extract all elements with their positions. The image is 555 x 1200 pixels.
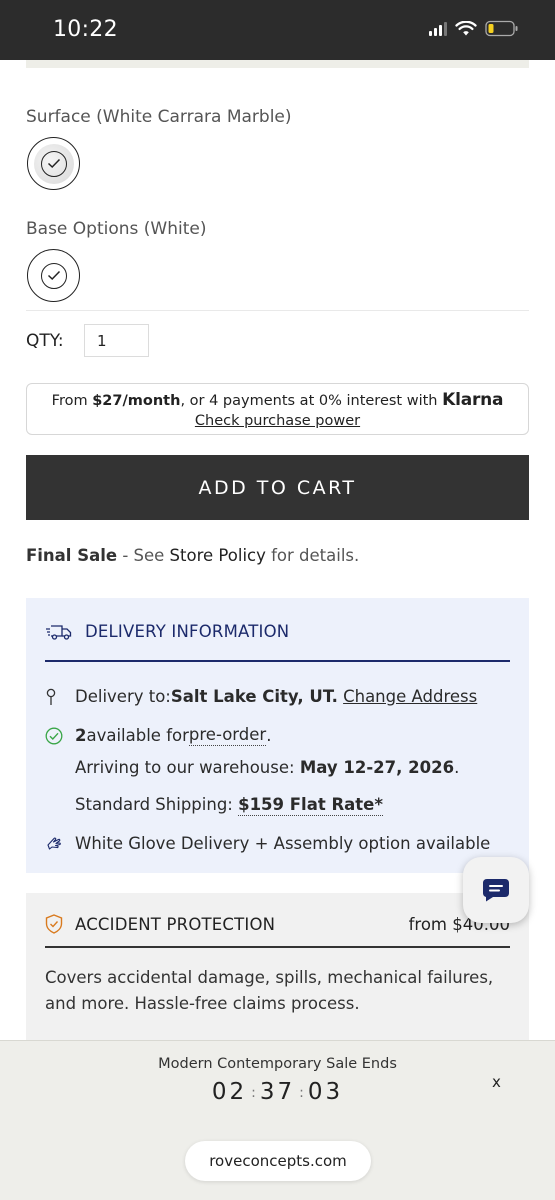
add-to-cart-button[interactable]: ADD TO CART <box>26 455 529 520</box>
chat-button[interactable] <box>463 857 529 923</box>
qty-label: QTY: <box>26 331 64 351</box>
check-icon <box>40 262 67 289</box>
store-policy-link[interactable]: Store Policy <box>170 546 266 565</box>
countdown-separator: : <box>299 1084 304 1101</box>
arriving-dates: May 12-27, 2026 <box>299 758 455 777</box>
check-icon <box>40 150 67 177</box>
countdown-timer: 02:37:03 <box>0 1079 555 1105</box>
klarna-line: From $27/month, or 4 payments at 0% inte… <box>27 390 528 411</box>
base-swatch-white[interactable] <box>27 249 80 302</box>
klarna-middle-text: , or 4 payments at 0% interest with <box>180 393 443 409</box>
available-count: 2 <box>75 726 87 745</box>
delivery-to-row: Delivery to: Salt Lake City, UT. Change … <box>45 687 477 706</box>
battery-icon <box>485 20 518 37</box>
status-time: 10:22 <box>53 17 118 42</box>
cellular-signal-icon <box>429 21 447 36</box>
quantity-input[interactable] <box>84 324 149 357</box>
hand-icon <box>45 835 75 853</box>
arriving-label: Arriving to our warehouse: <box>75 758 300 777</box>
delivery-divider <box>45 660 510 662</box>
top-strip <box>26 60 529 68</box>
accident-divider <box>45 946 510 948</box>
chat-bubble-icon <box>483 879 509 902</box>
countdown-seconds: 03 <box>307 1079 344 1105</box>
availability-period: . <box>266 726 272 745</box>
white-swatch-fill <box>33 255 74 296</box>
surface-option-label: Surface (White Carrara Marble) <box>26 107 292 127</box>
final-sale-post: for details. <box>265 546 360 565</box>
shipping-label: Standard Shipping: <box>75 795 239 814</box>
sale-title: Modern Contemporary Sale Ends <box>158 1056 397 1072</box>
delivery-to-label: Delivery to: <box>75 687 171 706</box>
final-sale-notice: Final Sale - See Store Policy for detail… <box>26 546 359 565</box>
shipping-row: Standard Shipping: $159 Flat Rate* <box>75 795 384 816</box>
delivery-city: Salt Lake City, UT. <box>170 687 338 706</box>
accident-description: Covers accidental damage, spills, mechan… <box>45 968 494 1013</box>
surface-swatch-white-carrara-marble[interactable] <box>27 137 80 190</box>
white-glove-text: White Glove Delivery + Assembly option a… <box>75 834 491 853</box>
pre-order-tooltip[interactable]: pre-order <box>188 725 267 746</box>
marble-swatch-fill <box>33 143 74 184</box>
status-bar: 10:22 <box>0 0 555 60</box>
accident-protection-panel[interactable]: ACCIDENT PROTECTION from $40.00 Covers a… <box>26 893 529 1063</box>
sale-countdown-banner: Modern Contemporary Sale Ends 02:37:03 x… <box>0 1040 555 1200</box>
wifi-icon <box>455 20 477 35</box>
url-bar[interactable]: roveconcepts.com <box>185 1141 371 1181</box>
final-sale-label: Final Sale <box>26 546 118 565</box>
shipping-rate-tooltip[interactable]: $159 Flat Rate* <box>238 795 384 816</box>
delivery-header: DELIVERY INFORMATION <box>45 622 289 641</box>
countdown-minutes: 37 <box>259 1079 296 1105</box>
final-sale-pre: - See <box>117 546 170 565</box>
close-banner-button[interactable]: x <box>492 1073 501 1091</box>
accident-title: ACCIDENT PROTECTION <box>75 914 276 934</box>
countdown-hours: 02 <box>211 1079 248 1105</box>
check-purchase-power-link[interactable]: Check purchase power <box>195 411 360 431</box>
shield-check-icon <box>45 914 63 934</box>
delivery-information-panel: DELIVERY INFORMATION Delivery to: Salt L… <box>26 598 529 873</box>
location-pin-icon <box>45 688 75 706</box>
arriving-period: . <box>454 758 460 777</box>
status-icons <box>429 20 519 37</box>
white-glove-row: White Glove Delivery + Assembly option a… <box>45 834 490 853</box>
check-circle-icon <box>45 727 75 745</box>
klarna-monthly-price: $27/month <box>92 393 181 409</box>
arriving-row: Arriving to our warehouse: May 12-27, 20… <box>75 758 459 777</box>
available-text: available for <box>86 726 189 745</box>
base-option-label: Base Options (White) <box>26 219 207 239</box>
countdown-separator: : <box>251 1084 256 1101</box>
availability-row: 2 available for pre-order. <box>45 725 271 746</box>
klarna-logo: Klarna <box>442 390 504 410</box>
klarna-financing-box: From $27/month, or 4 payments at 0% inte… <box>26 383 529 435</box>
change-address-link[interactable]: Change Address <box>343 687 477 706</box>
delivery-title: DELIVERY INFORMATION <box>85 622 290 641</box>
klarna-prefix: From <box>51 393 93 409</box>
divider <box>26 310 529 311</box>
delivery-truck-icon <box>46 624 72 640</box>
accident-header: ACCIDENT PROTECTION <box>45 914 275 934</box>
